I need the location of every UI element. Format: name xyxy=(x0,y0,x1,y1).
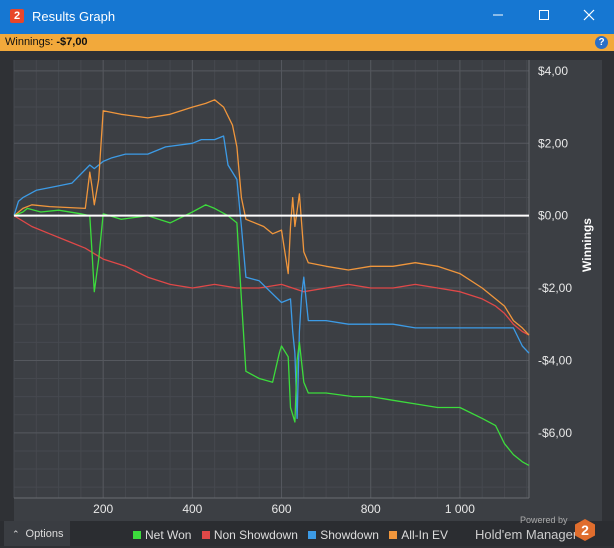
y-tick-label: $2,00 xyxy=(538,136,568,150)
legend-item-non-showdown: Non Showdown xyxy=(201,528,298,542)
chart-area: $4,00 $2,00 $0,00 -$2,00 -$4,00 -$6,00 200 400 6… xyxy=(0,51,614,521)
y-tick-label: -$2,00 xyxy=(538,281,572,295)
maximize-icon xyxy=(539,10,549,20)
legend-swatch xyxy=(201,531,210,539)
footer-bar: ⌃ Options Net Won Non Showdown Showdown A… xyxy=(0,515,614,546)
legend-label: Non Showdown xyxy=(213,528,298,542)
winnings-value: -$7,00 xyxy=(56,36,88,48)
results-chart: $4,00 $2,00 $0,00 -$2,00 -$4,00 -$6,00 200 400 6… xyxy=(13,60,602,521)
close-icon xyxy=(583,9,595,21)
chart-legend: Net Won Non Showdown Showdown All-In EV xyxy=(133,528,455,542)
legend-label: All-In EV xyxy=(401,528,448,542)
x-tick-label: 200 xyxy=(93,502,113,516)
title-bar: 2 Results Graph xyxy=(0,0,614,34)
help-icon[interactable]: ? xyxy=(595,36,608,49)
x-tick-label: 1 000 xyxy=(445,502,475,516)
y-axis-title: Winnings xyxy=(580,218,594,272)
legend-label: Net Won xyxy=(145,528,192,542)
y-tick-label: -$6,00 xyxy=(538,426,572,440)
brand-logo: 2 xyxy=(575,519,595,541)
brand-powered-by: Powered by xyxy=(520,515,568,525)
minimize-icon xyxy=(493,14,503,16)
minimize-button[interactable] xyxy=(475,0,521,34)
chevron-up-icon: ⌃ xyxy=(12,529,20,539)
x-tick-label: 800 xyxy=(361,502,381,516)
winnings-label: Winnings: xyxy=(5,36,54,48)
options-button[interactable]: ⌃ Options xyxy=(4,521,70,546)
legend-swatch xyxy=(133,531,141,539)
window-title: Results Graph xyxy=(32,9,116,24)
plot-background xyxy=(14,60,529,498)
close-button[interactable] xyxy=(566,0,612,34)
legend-label: Showdown xyxy=(320,528,379,542)
winnings-bar: Winnings: -$7,00 ? xyxy=(0,34,614,51)
legend-item-all-in-ev: All-In EV xyxy=(389,528,448,542)
app-icon: 2 xyxy=(10,9,24,23)
maximize-button[interactable] xyxy=(521,0,567,34)
x-tick-label: 600 xyxy=(272,502,292,516)
legend-item-showdown: Showdown xyxy=(308,528,379,542)
y-tick-label: -$4,00 xyxy=(538,353,572,367)
legend-swatch xyxy=(389,531,398,539)
legend-item-net-won: Net Won xyxy=(133,528,191,542)
brand-name: Hold'em Manager xyxy=(475,527,578,542)
winnings-summary: Winnings: -$7,00 xyxy=(5,36,88,48)
y-tick-label: $0,00 xyxy=(538,209,568,223)
y-tick-label: $4,00 xyxy=(538,64,568,78)
x-tick-label: 400 xyxy=(182,502,202,516)
options-label: Options xyxy=(25,528,64,540)
legend-swatch xyxy=(308,531,317,539)
